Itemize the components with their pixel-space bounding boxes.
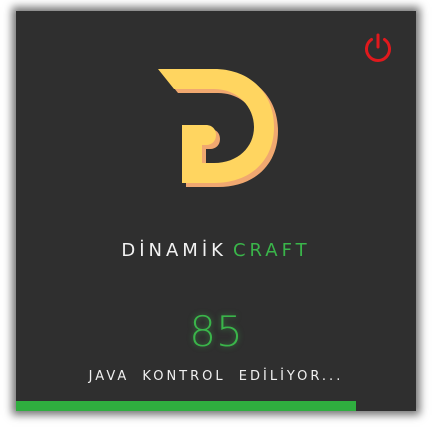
d-logo-icon xyxy=(158,69,278,187)
status-text: JAVA KONTROL EDİLİYOR... xyxy=(88,369,344,384)
progress-bar xyxy=(16,401,416,411)
power-button[interactable] xyxy=(360,30,396,66)
brand-name-first: DİNAMİK xyxy=(121,240,227,261)
brand-name-second: CRAFT xyxy=(232,240,311,261)
dinamik-logo xyxy=(156,69,278,187)
brand-title: DİNAMİK CRAFT xyxy=(16,240,416,261)
launcher-window: DİNAMİK CRAFT 85 JAVA KONTROL EDİLİYOR... xyxy=(16,11,416,411)
progress-bar-fill xyxy=(16,401,356,411)
progress-value: 85 xyxy=(189,307,243,356)
power-icon[interactable] xyxy=(360,30,396,66)
